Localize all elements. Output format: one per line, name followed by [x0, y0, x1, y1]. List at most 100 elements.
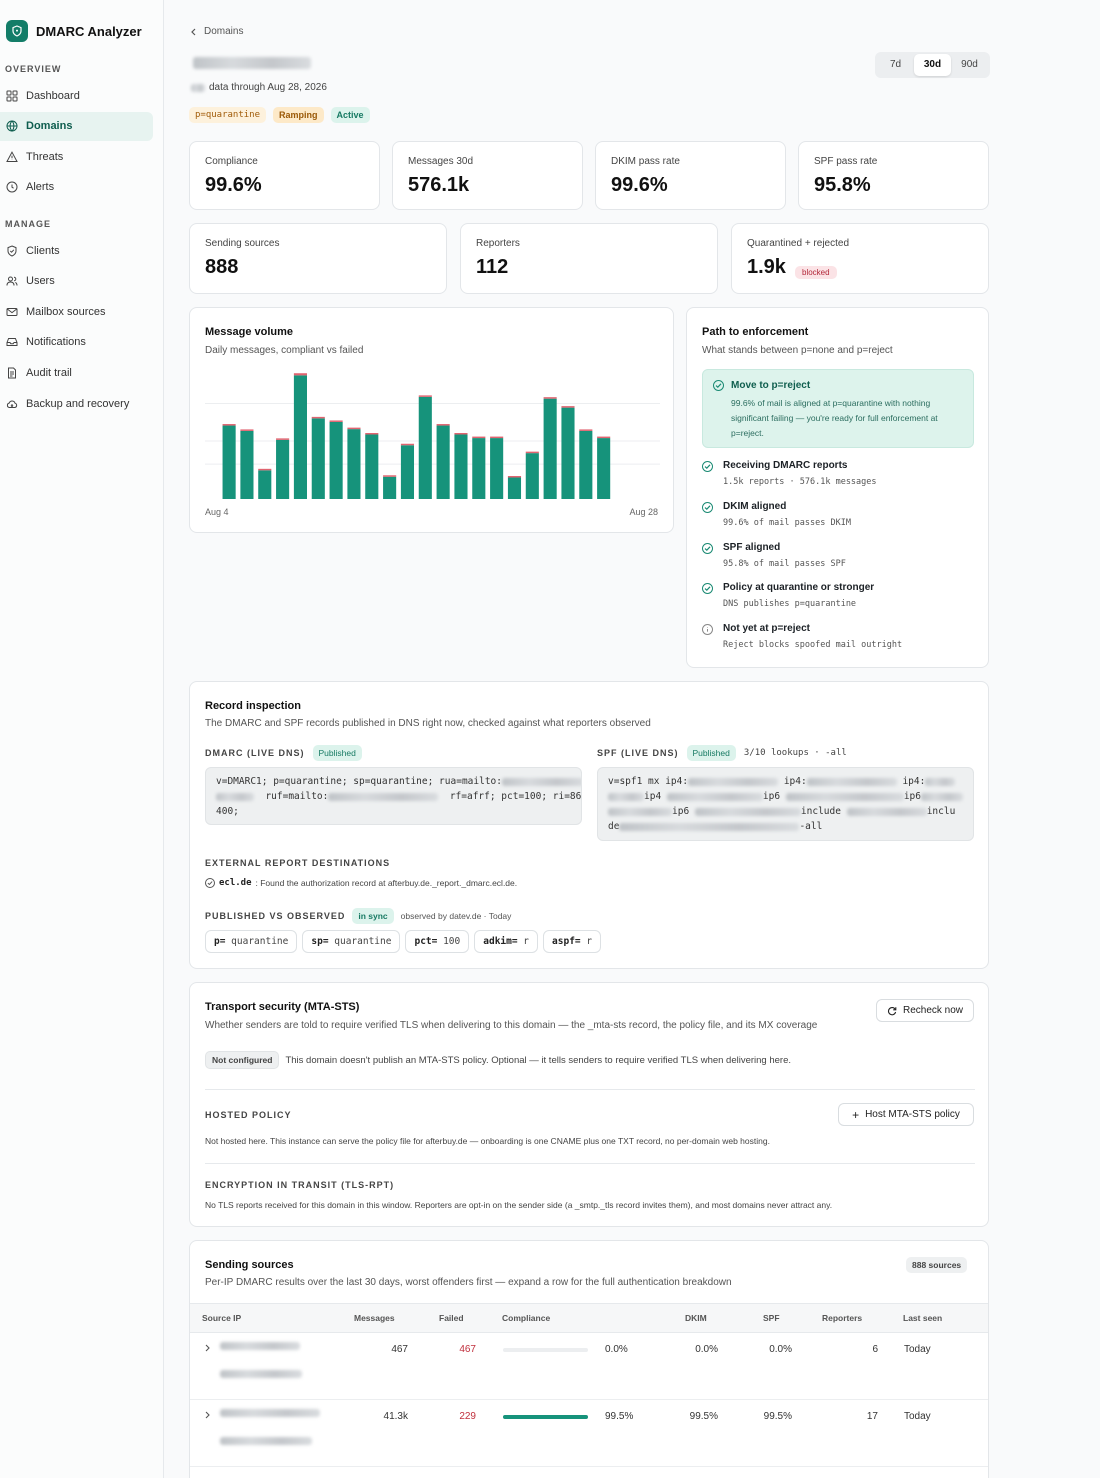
bar-compliant-aug-13[interactable] [383, 476, 397, 499]
bar-compliant-aug-4[interactable] [222, 425, 236, 499]
sidebar-item-backup-and-recovery[interactable]: Backup and recovery [0, 389, 153, 418]
bar-compliant-aug-7[interactable] [276, 439, 290, 499]
sidebar-item-dashboard[interactable]: Dashboard [0, 81, 153, 110]
sidebar-item-clients[interactable]: Clients [0, 236, 153, 265]
mta-sts-status: Not configured [205, 1051, 280, 1069]
bar-failed-aug-13[interactable] [383, 475, 397, 477]
bar-failed-aug-9[interactable] [311, 416, 325, 419]
bar-failed-aug-6[interactable] [258, 468, 272, 471]
column-header-reporters[interactable]: Reporters [822, 1313, 862, 1323]
sidebar-item-mailbox-sources[interactable]: Mailbox sources [0, 297, 153, 326]
bar-compliant-aug-19[interactable] [490, 438, 504, 499]
bar-failed-aug-18[interactable] [472, 436, 486, 439]
dmarc-record[interactable]: v=DMARC1; p=quarantine; sp=quarantine; r… [205, 767, 582, 825]
bar-failed-aug-5[interactable] [240, 429, 254, 431]
column-header-dkim[interactable]: DKIM [685, 1313, 707, 1323]
bar-compliant-aug-10[interactable] [329, 421, 343, 499]
enforcement-subtitle: What stands between p=none and p=reject [702, 345, 893, 356]
recheck-button[interactable]: Recheck now [876, 999, 974, 1022]
bar-failed-aug-21[interactable] [525, 451, 539, 454]
domain-name-redacted [193, 57, 311, 69]
external-dest-text: : Found the authorization record at afte… [255, 878, 518, 888]
bar-failed-aug-24[interactable] [579, 429, 593, 431]
step-title: Not yet at p=reject [723, 623, 810, 635]
bar-failed-aug-10[interactable] [329, 420, 343, 422]
range-7d[interactable]: 7d [877, 54, 914, 76]
cell-dkim: 0.0% [695, 1344, 718, 1355]
observed-by: observed by datev.de · Today [400, 911, 512, 921]
bar-compliant-aug-5[interactable] [240, 430, 254, 499]
bar-failed-aug-14[interactable] [400, 443, 415, 446]
column-header-spf[interactable]: SPF [763, 1313, 780, 1323]
sidebar-item-domains[interactable]: Domains [0, 111, 153, 141]
bar-failed-aug-23[interactable] [561, 406, 575, 408]
column-header-last-seen[interactable]: Last seen [903, 1313, 942, 1323]
bar-compliant-aug-15[interactable] [418, 396, 432, 499]
sidebar-item-audit-trail[interactable]: Audit trail [0, 358, 153, 387]
sidebar-item-alerts[interactable]: Alerts [0, 173, 153, 202]
sidebar-item-label: Alerts [26, 181, 55, 193]
bar-compliant-aug-25[interactable] [597, 438, 611, 499]
shield-logo-icon [6, 20, 28, 42]
bar-failed-aug-7[interactable] [276, 438, 290, 440]
sidebar-item-label: Notifications [26, 336, 86, 349]
sidebar-item-label: Mailbox sources [26, 305, 106, 318]
table-row[interactable]: 467 467 0.0% 0.0% 0.0% 6 Today [190, 1333, 988, 1400]
range-90d[interactable]: 90d [951, 54, 988, 76]
bar-failed-aug-12[interactable] [365, 433, 379, 435]
chevron-right-icon[interactable] [204, 1411, 211, 1422]
bar-failed-aug-15[interactable] [418, 395, 432, 397]
bar-failed-aug-22[interactable] [543, 397, 557, 399]
bar-compliant-aug-23[interactable] [561, 407, 575, 499]
breadcrumb[interactable]: Domains [190, 26, 243, 37]
bar-failed-aug-20[interactable] [507, 476, 522, 478]
sidebar-item-threats[interactable]: Threats [0, 142, 153, 171]
enforcement-title: Path to enforcement [702, 326, 809, 338]
bar-compliant-aug-9[interactable] [311, 418, 325, 499]
data-through-line: data through Aug 28, 2026 [191, 82, 327, 93]
bar-compliant-aug-21[interactable] [525, 453, 539, 499]
check-circle-icon [205, 878, 215, 888]
bar-compliant-aug-11[interactable] [347, 429, 361, 499]
bar-compliant-aug-8[interactable] [293, 375, 307, 499]
column-header-compliance[interactable]: Compliance [502, 1313, 550, 1323]
host-mta-sts-button[interactable]: + Host MTA-STS policy [838, 1103, 974, 1126]
bar-compliant-aug-14[interactable] [400, 445, 415, 499]
sidebar-item-label: Threats [26, 150, 64, 163]
column-header-messages[interactable]: Messages [354, 1313, 395, 1323]
bar-failed-aug-8[interactable] [293, 373, 307, 376]
compliance-bar [503, 1348, 588, 1352]
bar-compliant-aug-20[interactable] [507, 477, 522, 500]
spf-header: SPF (LIVE DNS) Published 3/10 lookups · … [597, 745, 847, 761]
column-header-source-ip[interactable]: Source IP [202, 1313, 241, 1323]
spf-status: Published [686, 745, 736, 761]
bar-failed-aug-16[interactable] [436, 424, 450, 426]
sidebar-item-users[interactable]: Users [0, 267, 153, 296]
bar-compliant-aug-16[interactable] [436, 425, 450, 499]
breadcrumb-domains[interactable]: Domains [204, 26, 243, 37]
sidebar-item-notifications[interactable]: Notifications [0, 328, 153, 357]
bar-failed-aug-25[interactable] [597, 436, 611, 439]
column-header-failed[interactable]: Failed [439, 1313, 464, 1323]
bar-failed-aug-4[interactable] [222, 424, 236, 426]
spf-record[interactable]: v=spf1 mx ip4: ip4: ip4: ip4 ip6 ip6 ip6… [597, 767, 974, 841]
range-30d[interactable]: 30d [914, 54, 951, 76]
chevron-right-icon[interactable] [204, 1344, 211, 1355]
table-row[interactable]: 41.3k 229 99.5% 99.5% 99.5% 17 Today [190, 1400, 988, 1467]
brand[interactable]: DMARC Analyzer [6, 20, 142, 42]
bar-failed-aug-19[interactable] [490, 436, 504, 439]
badge-ramping: Ramping [273, 107, 324, 123]
bar-compliant-aug-22[interactable] [543, 398, 557, 499]
cell-failed: 467 [459, 1344, 476, 1355]
policy-tag-pct: pct= 100 [405, 930, 470, 953]
bar-compliant-aug-6[interactable] [258, 470, 272, 499]
bar-failed-aug-17[interactable] [454, 433, 468, 435]
bar-compliant-aug-24[interactable] [579, 430, 593, 499]
bar-compliant-aug-17[interactable] [454, 434, 468, 500]
external-dest-domain: ecl.de [219, 878, 252, 888]
bar-compliant-aug-18[interactable] [472, 438, 486, 499]
bar-compliant-aug-12[interactable] [365, 434, 379, 500]
step-detail: 99.6% of mail passes DKIM [723, 517, 851, 528]
bar-failed-aug-11[interactable] [347, 427, 361, 430]
sources-subtitle: Per-IP DMARC results over the last 30 da… [205, 1277, 732, 1288]
